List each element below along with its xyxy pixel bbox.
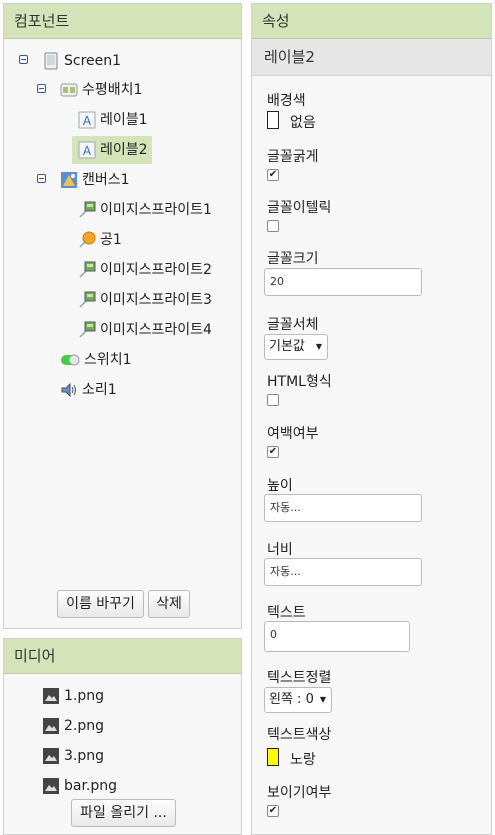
text-color-label: 텍스트색상 [267,727,332,743]
width-label: 너비 [267,542,293,558]
tree-label-screen: Screen1 [64,53,122,69]
media-file-name: bar.png [64,778,118,794]
typeface-label: 글꼴서체 [267,317,319,333]
tree-item-sound[interactable]: 소리1 [60,378,220,402]
typeface-dropdown[interactable]: 기본값 ▼ [264,334,328,360]
tree-label-switch: 스위치1 [84,352,132,368]
tree-item-label1[interactable]: A 레이블1 [78,108,238,132]
tree-label-sprite2: 이미지스프라이트2 [100,262,212,278]
text-align-dropdown[interactable]: 왼쪽 : 0 ▼ [264,687,332,713]
media-panel: 미디어 1.png 2.png 3.png bar.png 파일 올리기 ... [3,638,242,835]
text-color-swatch[interactable] [267,748,279,766]
margin-label: 여백여부 [267,426,319,442]
margin-checkbox[interactable]: ✔ [267,446,279,458]
tree-item-sprite3[interactable]: 이미지스프라이트3 [78,288,243,312]
collapse-canvas-toggle[interactable] [37,174,46,183]
speaker-icon [61,382,76,398]
media-header: 미디어 [4,639,241,674]
html-format-checkbox[interactable] [267,394,279,406]
tree-item-label2[interactable]: A 레이블2 [78,138,158,162]
background-color-label: 배경색 [267,93,306,109]
image-file-icon [43,778,59,794]
switch-icon [61,354,80,366]
width-input[interactable]: 자동... [264,558,422,586]
typeface-value: 기본값 [269,339,305,354]
font-size-label: 글꼴크기 [267,251,319,267]
image-sprite-icon [79,321,96,338]
ball-icon [79,231,96,248]
rename-button[interactable]: 이름 바꾸기 [57,590,144,618]
image-file-icon [43,688,59,704]
tree-label-arrangement: 수평배치1 [82,82,143,98]
canvas-icon [61,172,77,188]
properties-panel: 속성 레이블2 배경색 없음 글꼴굵게 ✔ 글꼴이텔릭 글꼴크기 20 글꼴서체… [251,3,492,835]
image-file-icon [43,748,59,764]
text-label: 텍스트 [267,605,306,621]
text-input[interactable]: 0 [264,621,410,652]
font-italic-label: 글꼴이텔릭 [267,200,332,216]
label-icon: A [78,141,96,159]
upload-file-button[interactable]: 파일 올리기 ... [71,799,176,827]
tree-item-switch[interactable]: 스위치1 [60,348,220,372]
tree-label-label1: 레이블1 [100,112,148,128]
collapse-arrangement-toggle[interactable] [37,84,46,93]
tree-label-sprite4: 이미지스프라이트4 [100,322,212,338]
screen-icon [44,52,58,70]
image-file-icon [43,718,59,734]
media-file-name: 2.png [64,718,105,734]
tree-item-canvas[interactable]: 캔버스1 [60,168,240,192]
label-icon: A [78,111,96,129]
text-align-label: 텍스트정렬 [267,670,332,686]
components-panel: 컴포넌트 Screen1 수평배치1 A 레이블1 A 레이블2 캔버스1 이미… [3,3,242,629]
tree-item-ball[interactable]: 공1 [78,228,238,252]
text-align-value: 왼쪽 : 0 [269,692,314,707]
dropdown-arrow-icon: ▼ [315,342,322,351]
font-bold-label: 글꼴굵게 [267,149,319,165]
tree-item-sprite1[interactable]: 이미지스프라이트1 [78,198,243,222]
visible-label: 보이기여부 [267,785,332,801]
media-file-name: 3.png [64,748,105,764]
tree-label-sprite3: 이미지스프라이트3 [100,292,212,308]
visible-checkbox[interactable]: ✔ [267,805,279,817]
image-sprite-icon [79,291,96,308]
tree-item-screen[interactable]: Screen1 [42,49,222,73]
tree-item-sprite2[interactable]: 이미지스프라이트2 [78,258,243,282]
horizontal-arrangement-icon [60,83,78,97]
image-sprite-icon [79,261,96,278]
background-color-swatch[interactable] [267,111,279,129]
selected-component-name: 레이블2 [252,39,491,76]
tree-label-sprite1: 이미지스프라이트1 [100,202,212,218]
font-size-input[interactable]: 20 [264,268,422,296]
media-file-name: 1.png [64,688,105,704]
delete-button[interactable]: 삭제 [148,590,190,618]
html-format-label: HTML형식 [267,374,332,390]
font-bold-checkbox[interactable]: ✔ [267,169,279,181]
tree-item-sprite4[interactable]: 이미지스프라이트4 [78,318,243,342]
svg-text:A: A [83,144,92,158]
tree-label-label2: 레이블2 [100,142,148,158]
tree-label-ball: 공1 [100,232,122,248]
image-sprite-icon [79,201,96,218]
tree-item-arrangement[interactable]: 수평배치1 [60,78,240,102]
height-label: 높이 [267,478,293,494]
tree-label-sound: 소리1 [82,382,117,398]
text-color-value[interactable]: 노랑 [290,749,316,769]
background-color-value[interactable]: 없음 [290,112,316,132]
collapse-screen-toggle[interactable] [19,55,28,64]
components-header: 컴포넌트 [4,4,241,39]
height-input[interactable]: 자동... [264,494,422,522]
tree-label-canvas: 캔버스1 [82,172,130,188]
svg-text:A: A [83,114,92,128]
font-italic-checkbox[interactable] [267,220,279,232]
dropdown-arrow-icon: ▼ [319,695,326,704]
properties-header: 속성 [252,4,491,39]
